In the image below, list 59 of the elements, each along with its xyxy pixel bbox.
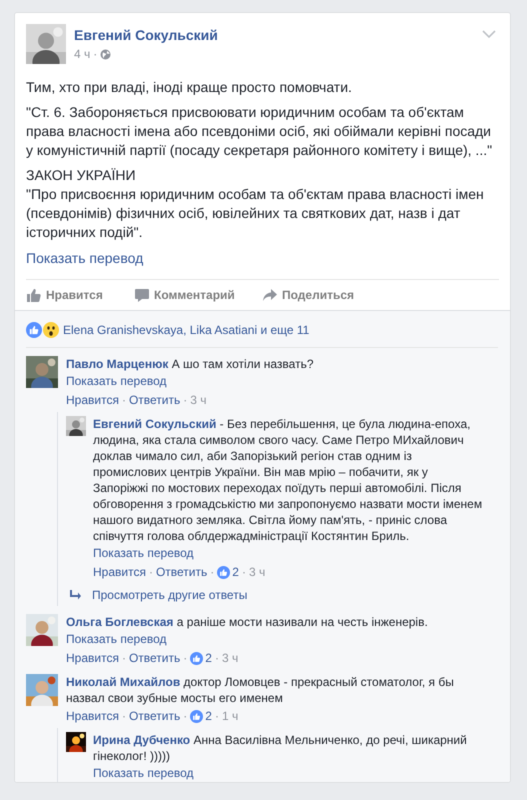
comment-text: Николай Михайлов доктор Ломовцев - прекрасный стоматолог, я бы назвал свои зубные мосты его именем (66, 674, 455, 706)
separator-dot: · (148, 564, 154, 580)
like-reaction-icon (217, 566, 230, 578)
globe-icon (100, 48, 112, 60)
reply-link[interactable]: Ответить (128, 650, 180, 666)
translate-link[interactable]: Показать перевод (93, 545, 194, 561)
post-paragraph: ЗАКОН УКРАЇНИ "Про присвоєння юридичним особам та об'єктам права власності імен (псевдонімів) фізичних осіб, ювілейних та святкових дат, назв і дат історичних подій". (26, 166, 485, 242)
post-paragraph: Тим, хто при владі, іноді краще просто помовчати. (26, 78, 353, 97)
author-link[interactable]: Павло Марценюк (66, 357, 168, 371)
share-button[interactable]: Поделиться (262, 287, 354, 303)
reply-link[interactable]: Ответить (128, 708, 180, 724)
like-reaction-icon (190, 710, 204, 722)
author-link[interactable]: Ольга Боглевская (66, 615, 174, 629)
translate-link[interactable]: Показать перевод (26, 249, 144, 268)
post-paragraph: "Ст. 6. Забороняється присвоювати юридичним особам та об'єктам права власності імена або псевдоніми осіб, які обіймали керівні посади у комуністичній партії (посаду секретаря районного комітету і вище), ..." (26, 103, 494, 160)
more-replies-link[interactable]: Просмотреть другие ответы (66, 580, 498, 606)
separator-dot: · (209, 564, 216, 580)
like-link[interactable]: Нравится (93, 564, 146, 580)
separator-dot: · (92, 47, 98, 61)
more-replies-label: Просмотреть другие ответы (92, 588, 248, 602)
reply-arrow-icon (70, 590, 82, 600)
separator-dot: · (120, 708, 127, 724)
separator-dot: · (214, 650, 220, 666)
like-link[interactable]: Нравится (66, 650, 119, 666)
speech-bubble-icon (134, 288, 150, 302)
wow-reaction-icon (43, 322, 59, 338)
author-link[interactable]: Ирина Дубченко (93, 733, 190, 747)
like-reaction-icon (26, 322, 42, 338)
share-arrow-icon (262, 288, 278, 302)
reply-link[interactable]: Ответить (156, 564, 208, 580)
separator-dot: · (182, 650, 188, 666)
separator-dot: · (182, 392, 188, 408)
author-link[interactable]: Евгений Сокульский (74, 26, 218, 44)
like-reaction-icon (190, 652, 204, 664)
comment-button[interactable]: Комментарий (134, 287, 262, 303)
translate-link[interactable]: Показать перевод (66, 631, 167, 647)
separator-dot: · (240, 564, 247, 580)
like-count: 2 (205, 708, 212, 724)
translate-link[interactable]: Показать перевод (93, 765, 194, 781)
like-link[interactable]: Нравится (66, 392, 119, 408)
comment-text: Ирина Дубченко Анна Василівна Мельниченко, до речі, шикарний гінеколог! ))))) (93, 732, 468, 764)
separator-dot: · (120, 392, 127, 408)
comment-text: Ольга Боглевская а раніше мости називали на честь інженерів. (66, 614, 429, 630)
like-count: 2 (205, 650, 212, 666)
separator-dot: · (214, 708, 220, 724)
reactions-link[interactable]: Elena Granishevskaya, Lika Asatiani и еще 11 (63, 323, 310, 337)
author-link[interactable]: Евгений Сокульский (93, 417, 216, 431)
thumbs-up-icon (26, 288, 42, 302)
like-link[interactable]: Нравится (66, 708, 119, 724)
like-button[interactable]: Нравится (26, 287, 134, 303)
separator-dot: · (182, 708, 188, 724)
comment-text: Павло Марценюк А шо там хотіли назвать? (66, 356, 315, 372)
comment-text: Евгений Сокульский - Без перебільшення, це була людина-епоха, людина, яка стала символом свого часу. Саме Петро МИхайлович доклав чимало сил, аби Запорізький регіон став одним із промислових центрів України. Він мав мрію – побачити, як у Запоріжжі по мостових переходах поїдуть перші автомобілі. Після обговорення з громадськістю ми запропонуємо назвати мости іменем нашого видатного земляка. Світла йому пам'ять, - приніс слова співчуття голова облдержадміністрації Костянтин Бриль. (93, 416, 484, 544)
separator-dot: · (120, 650, 127, 666)
translate-link[interactable]: Показать перевод (66, 373, 167, 389)
like-count: 2 (232, 564, 239, 580)
author-link[interactable]: Николай Михайлов (66, 675, 180, 689)
reply-link[interactable]: Ответить (128, 392, 180, 408)
chevron-down-icon (482, 30, 496, 39)
